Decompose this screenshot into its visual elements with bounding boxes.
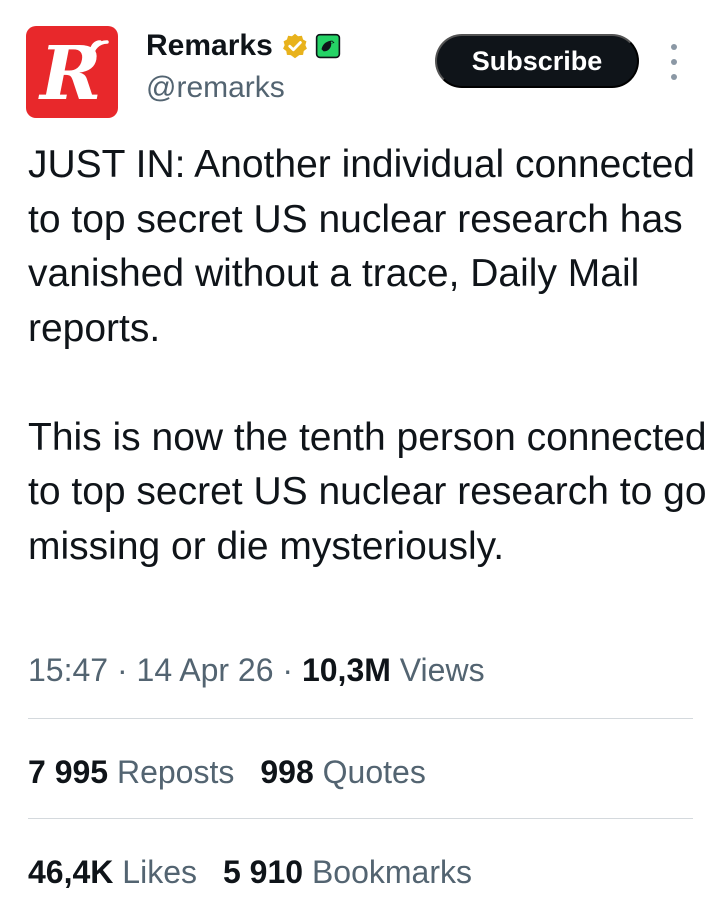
verified-badge-icon[interactable] bbox=[281, 32, 309, 60]
meta-separator: · bbox=[273, 652, 302, 688]
more-options-icon[interactable] bbox=[664, 44, 684, 80]
subscribe-button[interactable]: Subscribe bbox=[435, 34, 639, 88]
reposts-count: 7 995 bbox=[28, 754, 109, 790]
tweet-date[interactable]: 14 Apr 26 bbox=[137, 652, 274, 688]
views-label: Views bbox=[399, 652, 485, 688]
quotes-link[interactable]: 998 Quotes bbox=[260, 754, 425, 790]
divider bbox=[28, 718, 693, 719]
views-count: 10,3M bbox=[301, 652, 391, 688]
tweet-body: JUST IN: Another individual connected to… bbox=[28, 138, 708, 574]
engagement-row-reposts-quotes: 7 995 Reposts 998 Quotes bbox=[28, 750, 426, 794]
bookmarks-link[interactable]: 5 910 Bookmarks bbox=[223, 854, 472, 890]
author-name-row: Remarks bbox=[146, 28, 341, 64]
more-dot bbox=[671, 44, 677, 50]
more-dot bbox=[671, 74, 677, 80]
engagement-row-likes-bookmarks: 46,4K Likes 5 910 Bookmarks bbox=[28, 850, 472, 894]
bookmarks-count: 5 910 bbox=[222, 854, 304, 890]
likes-link[interactable]: 46,4K Likes bbox=[28, 854, 197, 890]
reposts-label: Reposts bbox=[116, 754, 235, 790]
tweet-meta: 15:47 · 14 Apr 26 · 10,3M Views bbox=[28, 648, 485, 692]
author-handle[interactable]: @remarks bbox=[146, 70, 285, 106]
broadcast-waves-icon bbox=[90, 40, 109, 59]
tweet-paragraph: JUST IN: Another individual connected to… bbox=[28, 143, 695, 350]
tweet-paragraph: This is now the tenth person connected t… bbox=[28, 415, 707, 568]
reposts-link[interactable]: 7 995 Reposts bbox=[28, 754, 234, 790]
more-dot bbox=[671, 59, 677, 65]
avatar[interactable]: R bbox=[26, 26, 118, 118]
tweet-time[interactable]: 15:47 bbox=[28, 652, 108, 688]
divider bbox=[28, 818, 693, 819]
author-display-name[interactable]: Remarks bbox=[146, 28, 273, 64]
quotes-label: Quotes bbox=[322, 754, 426, 790]
quotes-count: 998 bbox=[260, 754, 314, 790]
likes-label: Likes bbox=[122, 854, 197, 890]
meta-separator: · bbox=[108, 652, 137, 688]
bookmarks-label: Bookmarks bbox=[311, 854, 472, 890]
likes-count: 46,4K bbox=[28, 854, 114, 890]
affiliate-badge-icon[interactable] bbox=[315, 33, 341, 59]
